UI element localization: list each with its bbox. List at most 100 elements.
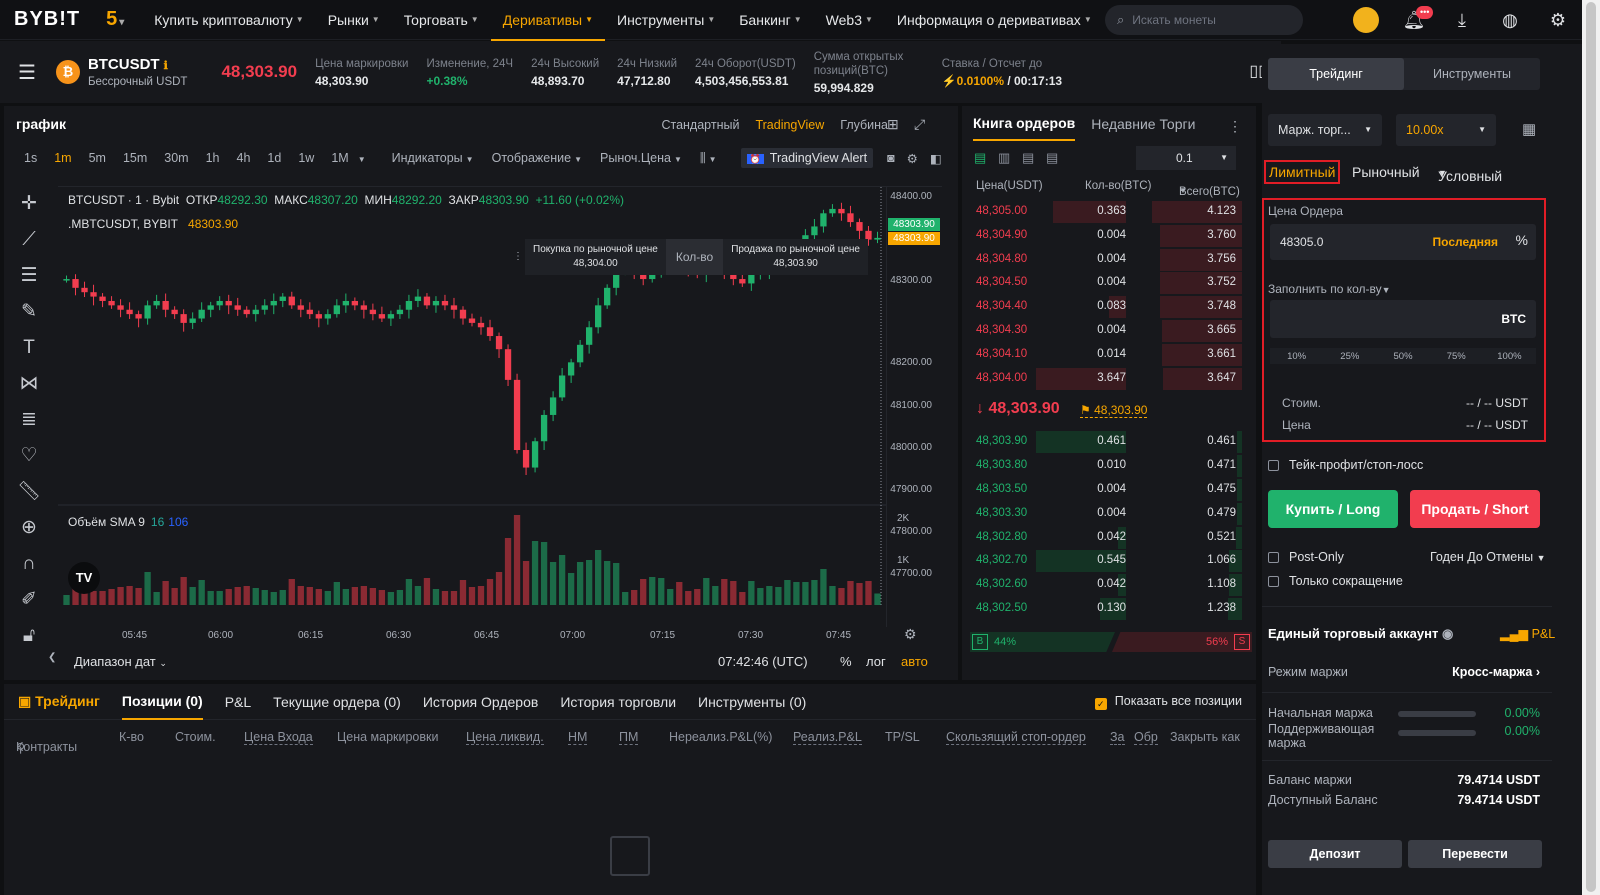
tf-1s[interactable]: 1s: [24, 151, 37, 165]
nav-markets[interactable]: Рынки ▼: [316, 0, 392, 40]
quick-sell-button[interactable]: Продажа по рыночной цене 48,303.90: [723, 239, 868, 275]
ask-row[interactable]: 48,304.90 0.004 3.760: [962, 224, 1256, 248]
nav-tools[interactable]: Инструменты ▼: [605, 0, 727, 40]
show-all-positions-checkbox[interactable]: ✓ Показать все позиции: [1094, 694, 1242, 710]
view-both-icon[interactable]: ▤: [974, 150, 986, 166]
trendline-icon[interactable]: ⟋: [4, 222, 54, 258]
date-range-button[interactable]: Диапазон дат ⌄: [74, 654, 167, 669]
nav-banking[interactable]: Банкинг ▼: [727, 0, 813, 40]
fill-by-qty-select[interactable]: Заполнить по кол-ву▼: [1268, 282, 1391, 296]
text-icon[interactable]: T: [4, 330, 54, 366]
tf-1m[interactable]: 1m: [54, 151, 71, 165]
precision-select[interactable]: 0.1 ▼: [1136, 146, 1236, 170]
pct-75[interactable]: 75%: [1430, 351, 1483, 362]
bid-row[interactable]: 48,302.50 0.130 1.238: [962, 597, 1256, 621]
margin-mode-row[interactable]: Режим маржи Кросс-маржа ›: [1268, 665, 1540, 679]
mode-depth[interactable]: Глубина: [840, 118, 888, 132]
nav-buy-crypto[interactable]: Купить криптовалюту ▼: [142, 0, 315, 40]
ask-row[interactable]: 48,304.10 0.014 3.661: [962, 343, 1256, 367]
order-qty-field[interactable]: BTC: [1270, 300, 1536, 338]
percent-scale-toggle[interactable]: %: [840, 654, 852, 669]
tab-tools[interactable]: Инструменты (0): [698, 694, 806, 710]
view-bids-icon[interactable]: ▤: [1022, 150, 1034, 166]
auto-scale-toggle[interactable]: авто: [901, 654, 928, 669]
tf-1w[interactable]: 1w: [298, 151, 314, 165]
pin-icon[interactable]: ⚲: [16, 740, 25, 755]
price-axis[interactable]: 48400.00 48300.00 48200.00 48100.00 4800…: [886, 187, 942, 627]
menu-icon[interactable]: ☰: [18, 60, 36, 85]
buy-long-button[interactable]: Купить / Long: [1268, 490, 1398, 528]
eye-icon[interactable]: ◉: [1442, 626, 1453, 641]
download-icon[interactable]: ⤓: [1438, 10, 1486, 31]
nav-derivatives[interactable]: Деривативы ▼: [490, 0, 606, 41]
quick-qty-input[interactable]: Кол-во: [665, 239, 724, 275]
magnet-icon[interactable]: ∩: [4, 546, 54, 582]
bid-row[interactable]: 48,302.70 0.545 1.066: [962, 549, 1256, 573]
log-scale-toggle[interactable]: лог: [866, 654, 886, 669]
pct-50[interactable]: 50%: [1376, 351, 1429, 362]
bell-icon[interactable]: 🔔︎ •••: [1390, 5, 1438, 31]
bid-row[interactable]: 48,302.80 0.042 0.521: [962, 526, 1256, 550]
anniversary-logo[interactable]: 5 ▾: [106, 8, 124, 31]
ask-row[interactable]: 48,305.00 0.363 4.123: [962, 200, 1256, 224]
globe-icon[interactable]: ◍: [1486, 10, 1534, 31]
more-icon[interactable]: ⋮: [1228, 118, 1242, 135]
tf-15m[interactable]: 15m: [123, 151, 147, 165]
grid-icon[interactable]: ⊞: [887, 116, 899, 133]
order-price-field[interactable]: 48305.0 Последняя %: [1270, 224, 1536, 260]
calculator-icon[interactable]: ▦: [1522, 120, 1536, 138]
settings-icon[interactable]: ⚙︎: [1534, 10, 1582, 31]
pct-25[interactable]: 25%: [1323, 351, 1376, 362]
tradingview-logo[interactable]: TV: [68, 562, 100, 594]
tf-5m[interactable]: 5m: [89, 151, 106, 165]
market-price-menu[interactable]: Рыноч.Цена ▼: [600, 151, 682, 165]
bid-row[interactable]: 48,303.50 0.004 0.475: [962, 478, 1256, 502]
crosshair-icon[interactable]: ✛: [4, 186, 54, 222]
transfer-button[interactable]: Перевести: [1408, 840, 1542, 868]
ruler-icon[interactable]: 📏︎: [4, 474, 54, 510]
reduce-only-checkbox[interactable]: Только сокращение: [1268, 574, 1403, 588]
symbol-selector[interactable]: BTCUSDT ℹ Бессрочный USDT: [88, 56, 188, 88]
coin-search[interactable]: ⌕ Искать монеты: [1105, 5, 1303, 35]
tf-4h[interactable]: 4h: [237, 151, 251, 165]
display-menu[interactable]: Отображение ▼: [492, 151, 582, 165]
avatar-icon[interactable]: [1342, 5, 1390, 36]
tab-order-trading[interactable]: Трейдинг: [1268, 58, 1404, 90]
utc-clock[interactable]: 07:42:46 (UTC): [718, 654, 808, 669]
quick-buy-button[interactable]: Покупка по рыночной цене 48,304.00: [525, 239, 666, 275]
nav-derivatives-info[interactable]: Информация о деривативах ▼: [885, 0, 1104, 40]
tab-order-tools[interactable]: Инструменты: [1404, 58, 1540, 90]
info-icon[interactable]: ℹ: [164, 60, 168, 72]
fib-icon[interactable]: ≣: [4, 402, 54, 438]
last-price-button[interactable]: Последняя: [1433, 235, 1498, 249]
bid-row[interactable]: 48,303.30 0.004 0.479: [962, 502, 1256, 526]
order-price-input[interactable]: 48305.0: [1280, 235, 1323, 249]
post-only-checkbox[interactable]: Post-Only: [1268, 550, 1344, 564]
nav-web3[interactable]: Web3 ▼: [814, 0, 885, 40]
mode-tradingview[interactable]: TradingView: [755, 118, 824, 132]
tab-orderbook[interactable]: Книга ордеров: [973, 107, 1076, 141]
ask-row[interactable]: 48,304.50 0.004 3.752: [962, 271, 1256, 295]
tradingview-alert-button[interactable]: ⏰ TradingView Alert: [740, 148, 874, 168]
axis-settings-icon[interactable]: ⚙︎: [904, 626, 917, 643]
order-type-limit[interactable]: Лимитный: [1264, 160, 1341, 184]
margin-mode-select[interactable]: Марж. торг... ▼: [1268, 114, 1382, 146]
lock-drawings-icon[interactable]: ✐: [4, 582, 54, 618]
tpsl-checkbox[interactable]: Тейк-профит/стоп-лосс: [1268, 458, 1423, 472]
nav-trade[interactable]: Торговать ▼: [392, 0, 491, 40]
pct-100[interactable]: 100%: [1483, 351, 1536, 362]
view-asks-icon[interactable]: ▤: [1046, 150, 1058, 166]
pnl-link[interactable]: ▂▄▆ P&L: [1500, 626, 1555, 641]
mode-standard[interactable]: Стандартный: [661, 118, 739, 132]
ask-row[interactable]: 48,304.30 0.004 3.665: [962, 319, 1256, 343]
time-axis[interactable]: 05:45 06:00 06:15 06:30 06:45 07:00 07:1…: [58, 626, 917, 646]
zoom-icon[interactable]: ⊕: [4, 510, 54, 546]
bybit-logo[interactable]: BYB!T: [14, 8, 80, 31]
deposit-button[interactable]: Депозит: [1268, 840, 1402, 868]
time-in-force-select[interactable]: Годен До Отмены ▼: [1430, 550, 1546, 564]
ask-row[interactable]: 48,304.00 3.647 3.647: [962, 367, 1256, 391]
tab-trading[interactable]: ▣ Трейдинг: [18, 693, 100, 710]
scrollbar-thumb[interactable]: [1586, 2, 1596, 892]
chart-plot[interactable]: BTCUSDT · 1 · Bybit ОТКР48292.30 МАКС483…: [58, 186, 942, 627]
view-grid-icon[interactable]: ▥: [998, 150, 1010, 166]
